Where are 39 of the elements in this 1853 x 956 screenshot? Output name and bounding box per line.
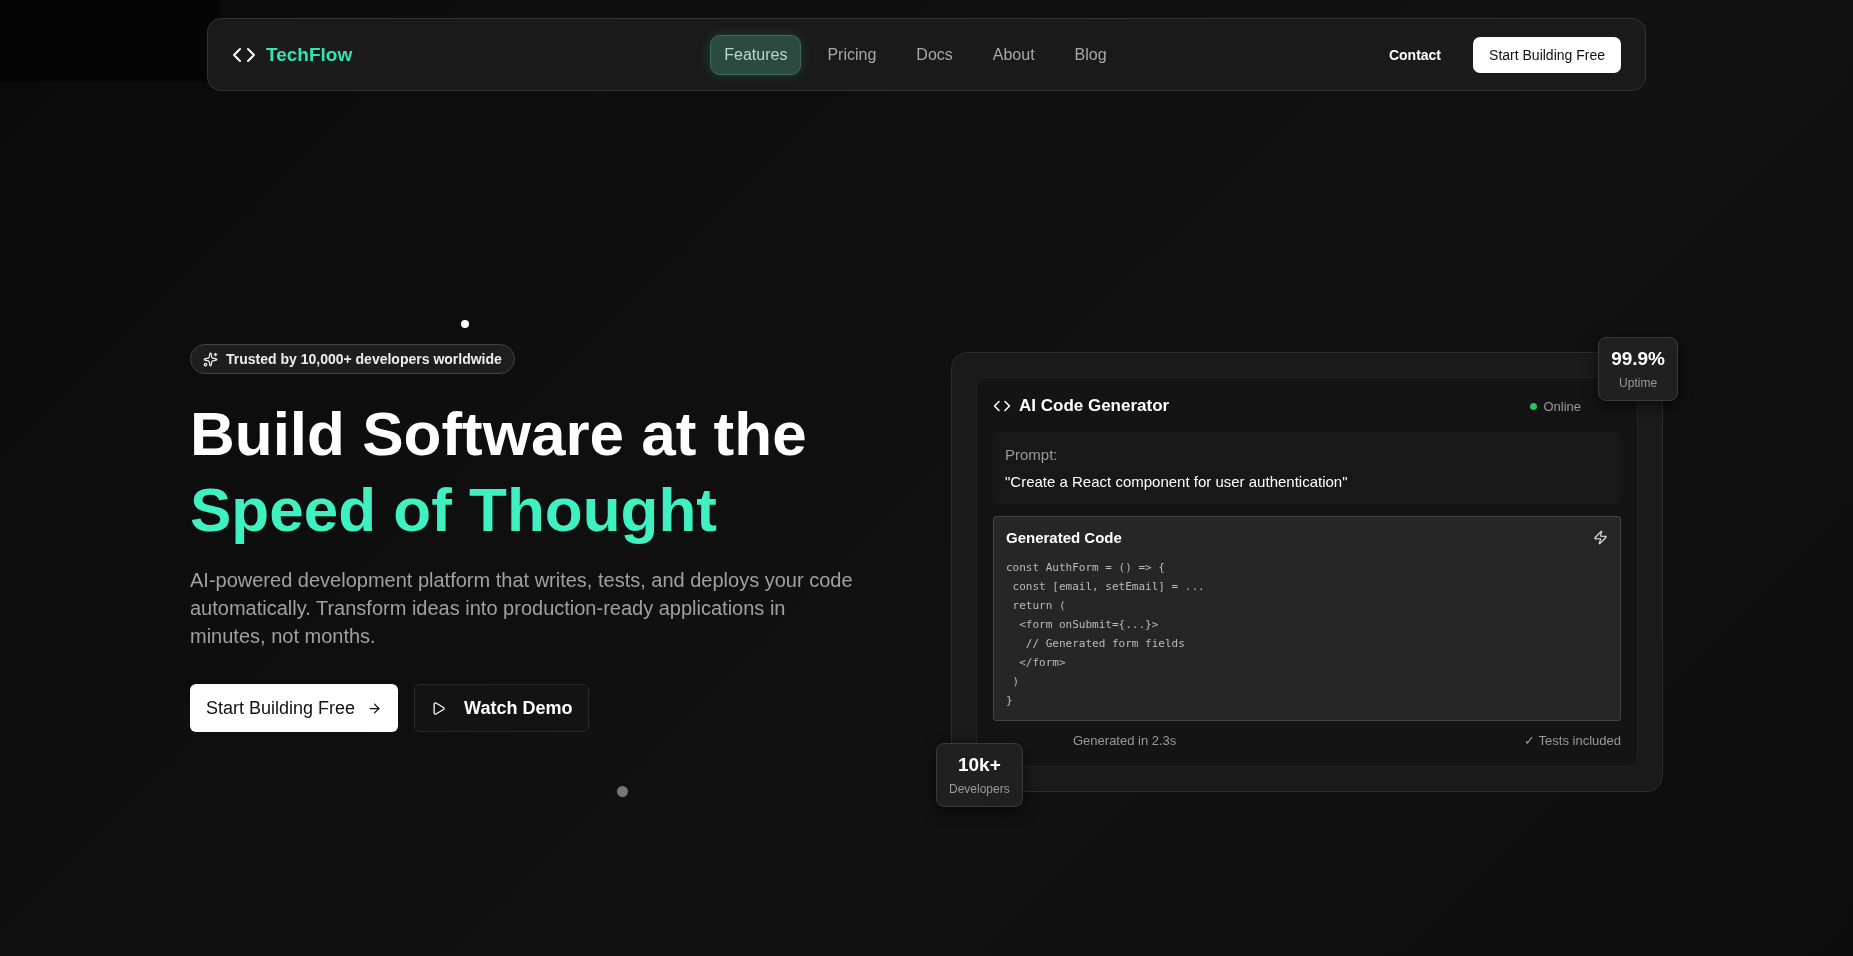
- lightning-icon: [1593, 530, 1608, 545]
- stat-label: Developers: [949, 782, 1010, 796]
- nav-link[interactable]: Features: [710, 34, 802, 75]
- particle-dot: [461, 320, 469, 328]
- code-line: const AuthForm = () => {: [1006, 560, 1166, 576]
- badge-text: Trusted by 10,000+ developers worldwide: [226, 351, 502, 367]
- generation-time: Generated in 2.3s: [1073, 733, 1177, 748]
- stat-value: 10k+: [956, 754, 1002, 776]
- nav-link[interactable]: Pricing: [813, 34, 891, 75]
- code-line: const [email, setEmail] = ...: [1011, 579, 1206, 595]
- nav-link[interactable]: Docs: [902, 34, 967, 75]
- status-text: Online: [1543, 398, 1581, 414]
- particle-dot: [617, 786, 628, 797]
- arrow-right-icon: [367, 700, 383, 716]
- tests-status: ✓ Tests included: [1524, 733, 1621, 748]
- code-title: Generated Code: [1006, 529, 1122, 546]
- prompt-label: Prompt:: [1005, 446, 1059, 463]
- code-line: </form>: [1018, 655, 1067, 671]
- code-line: }: [1006, 693, 1014, 709]
- code-line: return (: [1011, 598, 1067, 614]
- logo-text: TechFlow: [266, 43, 353, 66]
- code-line: ): [1011, 674, 1021, 690]
- watch-demo-button[interactable]: Watch Demo: [414, 684, 590, 732]
- code-line: // Generated form fields: [1024, 636, 1186, 652]
- prompt-text: "Create a React component for user authentication": [1005, 473, 1349, 490]
- play-icon: [431, 700, 447, 716]
- start-building-button[interactable]: Start Building Free: [1473, 36, 1621, 73]
- nav-link[interactable]: Blog: [1060, 34, 1121, 75]
- sparkle-icon: [203, 351, 218, 367]
- hero-heading: Build Software at the Speed of Thought: [190, 398, 808, 546]
- stat-label: Uptime: [1618, 376, 1659, 390]
- hero-description: AI-powered development platform that writes, tests, and deploys your code automatically. Transform ideas into production-ready applications in minutes, not months.: [190, 568, 854, 649]
- start-building-button[interactable]: Start Building Free: [190, 684, 399, 732]
- stat-value: 99.9%: [1611, 348, 1665, 370]
- card-title: AI Code Generator: [1019, 396, 1170, 416]
- contact-link[interactable]: Contact: [1388, 46, 1442, 63]
- code-line: <form onSubmit={...}>: [1018, 617, 1160, 633]
- nav-link[interactable]: About: [978, 34, 1049, 75]
- status-dot: [1530, 402, 1538, 410]
